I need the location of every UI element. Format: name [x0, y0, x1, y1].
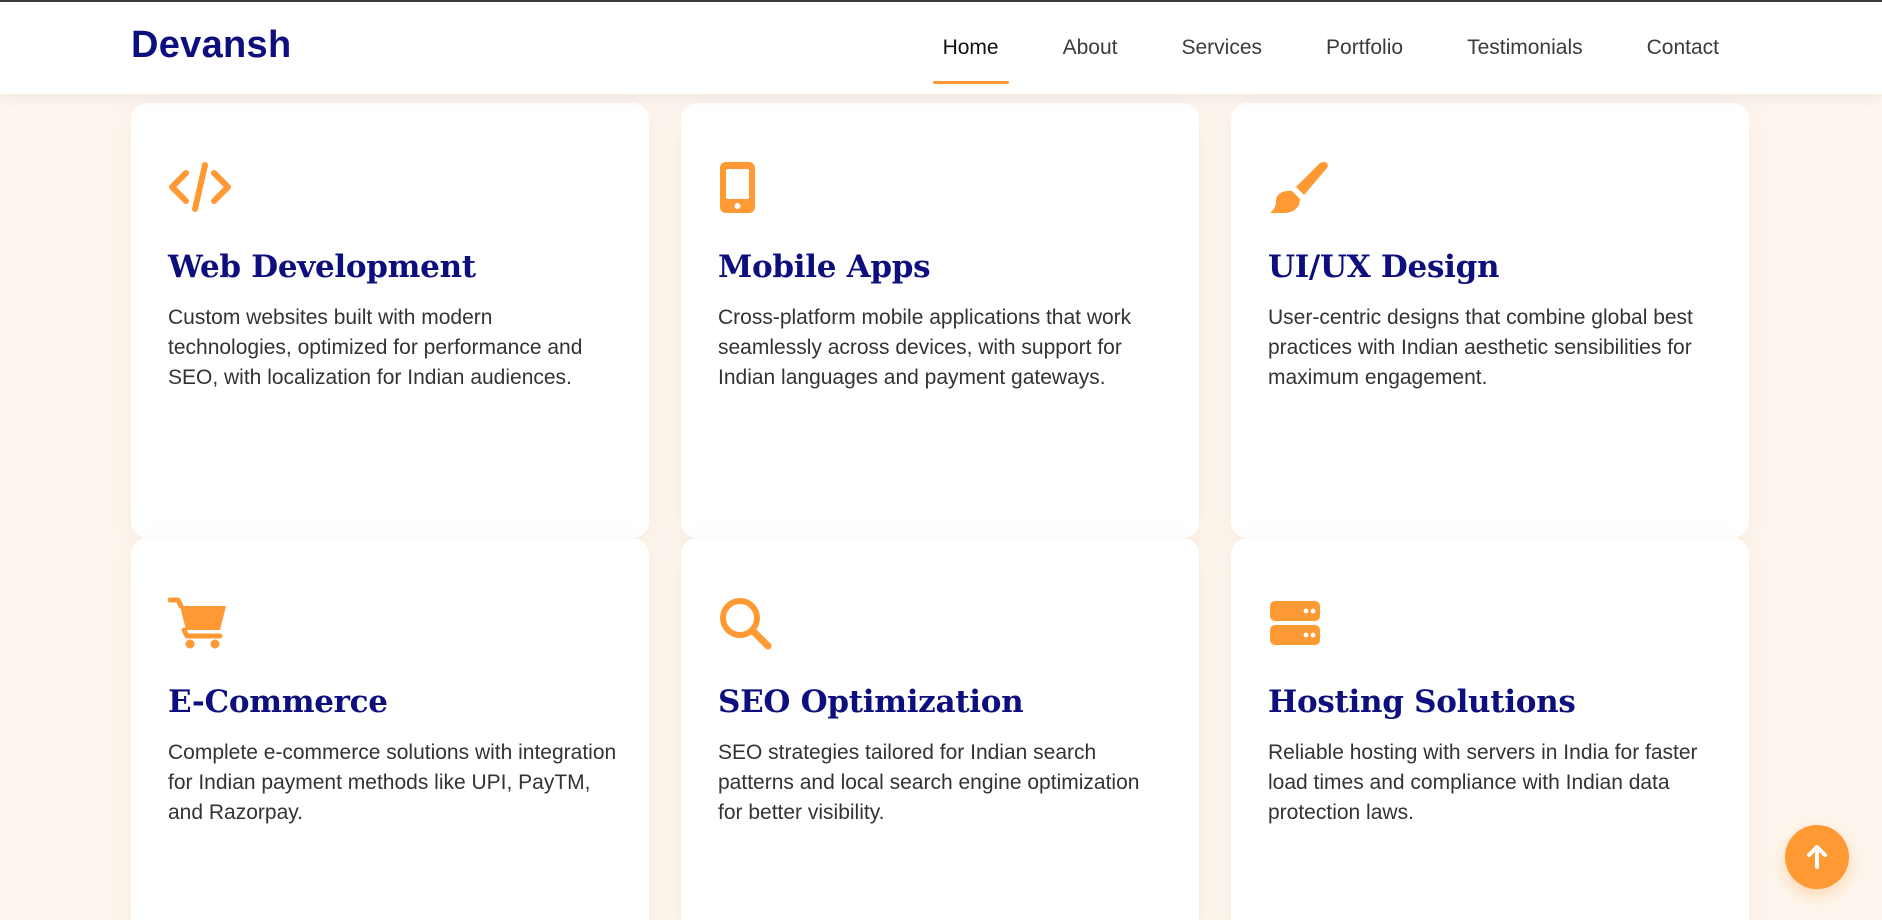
service-card-ui-ux-design: UI/UX Design User-centric designs that c…: [1231, 103, 1749, 538]
card-description: Custom websites built with modern techno…: [168, 306, 583, 389]
mobile-phone-icon: [720, 162, 755, 213]
services-grid: Web Development Custom websites built wi…: [131, 103, 1749, 920]
arrow-up-icon: [1807, 845, 1827, 869]
paint-brush-icon: [1270, 162, 1328, 213]
card-description: SEO strategies tailored for Indian searc…: [718, 741, 1140, 824]
nav-portfolio[interactable]: Portfolio: [1316, 36, 1413, 60]
card-title: UI/UX Design: [1268, 249, 1500, 285]
site-logo[interactable]: Devansh: [131, 24, 292, 67]
search-icon: [720, 598, 772, 650]
card-description: Complete e-commerce solutions with integ…: [168, 741, 617, 824]
service-card-web-development: Web Development Custom websites built wi…: [131, 103, 649, 538]
code-icon: [169, 162, 231, 212]
card-description: User-centric designs that combine global…: [1268, 306, 1693, 389]
card-title: Hosting Solutions: [1268, 684, 1576, 720]
nav-about[interactable]: About: [1053, 36, 1128, 60]
site-header: Devansh Home About Services Portfolio Te…: [0, 0, 1882, 94]
service-card-e-commerce: E-Commerce Complete e-commerce solutions…: [131, 538, 649, 920]
service-card-hosting-solutions: Hosting Solutions Reliable hosting with …: [1231, 538, 1749, 920]
shopping-cart-icon: [168, 597, 226, 649]
main-nav: Home About Services Portfolio Testimonia…: [932, 36, 1729, 84]
nav-services[interactable]: Services: [1172, 36, 1273, 60]
nav-testimonials[interactable]: Testimonials: [1457, 36, 1593, 60]
card-title: E-Commerce: [168, 684, 388, 720]
card-title: Mobile Apps: [718, 249, 931, 285]
service-card-seo-optimization: SEO Optimization SEO strategies tailored…: [681, 538, 1199, 920]
card-description: Reliable hosting with servers in India f…: [1268, 741, 1698, 824]
card-title: SEO Optimization: [718, 684, 1024, 720]
server-icon: [1270, 601, 1320, 645]
nav-contact[interactable]: Contact: [1637, 36, 1729, 60]
service-card-mobile-apps: Mobile Apps Cross-platform mobile applic…: [681, 103, 1199, 538]
card-description: Cross-platform mobile applications that …: [718, 306, 1132, 389]
card-title: Web Development: [168, 249, 476, 285]
scroll-to-top-button[interactable]: [1785, 825, 1849, 889]
nav-home[interactable]: Home: [932, 36, 1009, 84]
